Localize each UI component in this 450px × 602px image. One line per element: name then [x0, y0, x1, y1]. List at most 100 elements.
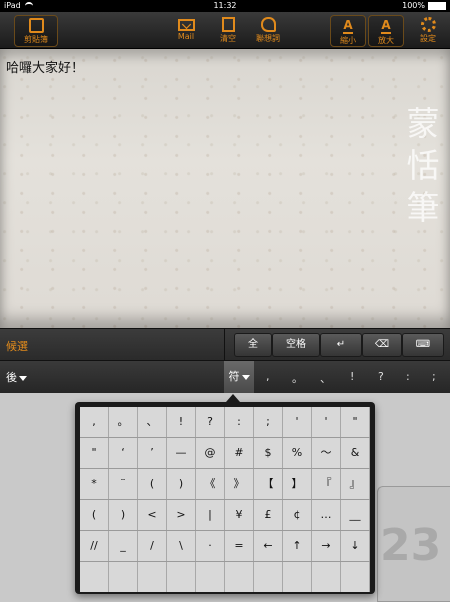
- shrink-button[interactable]: A 縮小: [330, 15, 366, 47]
- symbol-key[interactable]: >: [167, 500, 196, 530]
- symbol-key[interactable]: [138, 562, 167, 592]
- symbol-key[interactable]: —: [167, 438, 196, 468]
- symbol-key[interactable]: ¢: [283, 500, 312, 530]
- punct-key[interactable]: ?: [378, 370, 384, 383]
- symbol-key[interactable]: %: [283, 438, 312, 468]
- symbol-key[interactable]: ～: [312, 438, 341, 468]
- symbol-key[interactable]: ¥: [225, 500, 254, 530]
- shrink-label: 縮小: [340, 36, 356, 45]
- symbol-key[interactable]: ": [341, 407, 370, 437]
- symbol-category-label: 符: [228, 370, 240, 383]
- symbol-key[interactable]: ;: [254, 407, 283, 437]
- return-button[interactable]: ↵: [320, 333, 362, 357]
- settings-button[interactable]: 設定: [412, 15, 444, 45]
- punct-key[interactable]: :: [406, 370, 410, 383]
- punct-key[interactable]: 。: [292, 370, 303, 386]
- symbol-key[interactable]: :: [225, 407, 254, 437]
- symbol-key[interactable]: //: [80, 531, 109, 561]
- candidate-bar: 候選 全 空格 ↵ ⌫ ⌨: [0, 328, 450, 361]
- settings-label: 設定: [420, 34, 436, 43]
- clipboard-icon: [28, 18, 44, 33]
- enlarge-button[interactable]: A 放大: [368, 15, 404, 47]
- symbol-key[interactable]: ?: [196, 407, 225, 437]
- symbol-key[interactable]: |: [196, 500, 225, 530]
- divider: [224, 329, 225, 361]
- symbol-key[interactable]: 、: [138, 407, 167, 437]
- symbol-key[interactable]: 。: [109, 407, 138, 437]
- symbol-key[interactable]: 【: [254, 469, 283, 499]
- back-label: 後: [6, 371, 17, 384]
- symbol-key[interactable]: ·: [196, 531, 225, 561]
- symbol-key[interactable]: __: [341, 500, 370, 530]
- symbol-key[interactable]: [196, 562, 225, 592]
- symbol-key[interactable]: …: [312, 500, 341, 530]
- symbol-key[interactable]: #: [225, 438, 254, 468]
- symbol-key[interactable]: /: [138, 531, 167, 561]
- clock: 11:32: [213, 1, 237, 10]
- symbol-key[interactable]: ’: [138, 438, 167, 468]
- symbol-key[interactable]: 』: [341, 469, 370, 499]
- symbol-key[interactable]: ¨: [109, 469, 138, 499]
- back-button[interactable]: 後: [6, 369, 27, 385]
- symbol-key[interactable]: ): [109, 500, 138, 530]
- full-width-button[interactable]: 全: [234, 333, 272, 357]
- symbol-key[interactable]: [80, 562, 109, 592]
- symbol-key[interactable]: (: [138, 469, 167, 499]
- symbol-key[interactable]: [341, 562, 370, 592]
- backspace-button[interactable]: ⌫: [362, 333, 402, 357]
- symbol-key[interactable]: →: [312, 531, 341, 561]
- symbol-key[interactable]: @: [196, 438, 225, 468]
- symbol-key[interactable]: *: [80, 469, 109, 499]
- punct-key[interactable]: 、: [320, 370, 331, 386]
- symbol-key[interactable]: <: [138, 500, 167, 530]
- symbol-key[interactable]: =: [225, 531, 254, 561]
- enlarge-label: 放大: [378, 36, 394, 45]
- logo-char: 筆: [406, 188, 440, 227]
- toolbar: 剪貼簿 Mail 清空 聯想詞 A 縮小 A 放大 設定: [0, 12, 450, 49]
- clear-button[interactable]: 清空: [212, 15, 244, 45]
- mail-label: Mail: [177, 32, 195, 41]
- symbol-key[interactable]: ': [312, 407, 341, 437]
- symbol-key[interactable]: [283, 562, 312, 592]
- symbol-key[interactable]: _: [109, 531, 138, 561]
- associate-button[interactable]: 聯想詞: [250, 15, 286, 45]
- symbol-key[interactable]: ,: [80, 407, 109, 437]
- symbol-key[interactable]: ↓: [341, 531, 370, 561]
- symbol-key[interactable]: ": [80, 438, 109, 468]
- symbol-key[interactable]: 】: [283, 469, 312, 499]
- symbol-key[interactable]: ‘: [109, 438, 138, 468]
- symbol-key[interactable]: 《: [196, 469, 225, 499]
- symbol-key[interactable]: !: [167, 407, 196, 437]
- punct-key[interactable]: !: [350, 370, 354, 383]
- symbol-key[interactable]: ↑: [283, 531, 312, 561]
- symbol-key[interactable]: $: [254, 438, 283, 468]
- mail-button[interactable]: Mail: [170, 15, 202, 45]
- text-editor[interactable]: 哈囉大家好！ 蒙 恬 筆: [0, 49, 450, 328]
- symbol-key[interactable]: &: [341, 438, 370, 468]
- punct-key[interactable]: ;: [432, 370, 436, 383]
- symbol-grid: ,。、!?:; ' ' " " ‘’ — @ # $% ～ & * ¨() 《》【】『』() < > | ¥ £ ¢… _…: [80, 407, 370, 592]
- symbol-key[interactable]: [109, 562, 138, 592]
- app-logo: 蒙 恬 筆: [406, 103, 440, 229]
- symbol-key[interactable]: (: [80, 500, 109, 530]
- symbol-key[interactable]: £: [254, 500, 283, 530]
- symbol-key[interactable]: 》: [225, 469, 254, 499]
- clipboard-button[interactable]: 剪貼簿: [14, 15, 58, 47]
- symbol-category-button[interactable]: 符: [224, 361, 254, 393]
- candidate-label: 候選: [6, 340, 28, 353]
- space-button[interactable]: 空格: [272, 333, 320, 357]
- logo-char: 蒙: [406, 104, 440, 143]
- symbol-key[interactable]: ←: [254, 531, 283, 561]
- symbol-key[interactable]: [254, 562, 283, 592]
- symbol-key[interactable]: 『: [312, 469, 341, 499]
- symbol-key[interactable]: ): [167, 469, 196, 499]
- font-a-icon: A: [343, 18, 353, 34]
- punct-key[interactable]: ,: [266, 370, 270, 383]
- keyboard-switch-button[interactable]: ⌨: [402, 333, 444, 357]
- symbol-key[interactable]: ': [283, 407, 312, 437]
- symbol-key[interactable]: \: [167, 531, 196, 561]
- battery-icon: [428, 1, 446, 10]
- symbol-key[interactable]: [312, 562, 341, 592]
- symbol-key[interactable]: [167, 562, 196, 592]
- symbol-key[interactable]: [225, 562, 254, 592]
